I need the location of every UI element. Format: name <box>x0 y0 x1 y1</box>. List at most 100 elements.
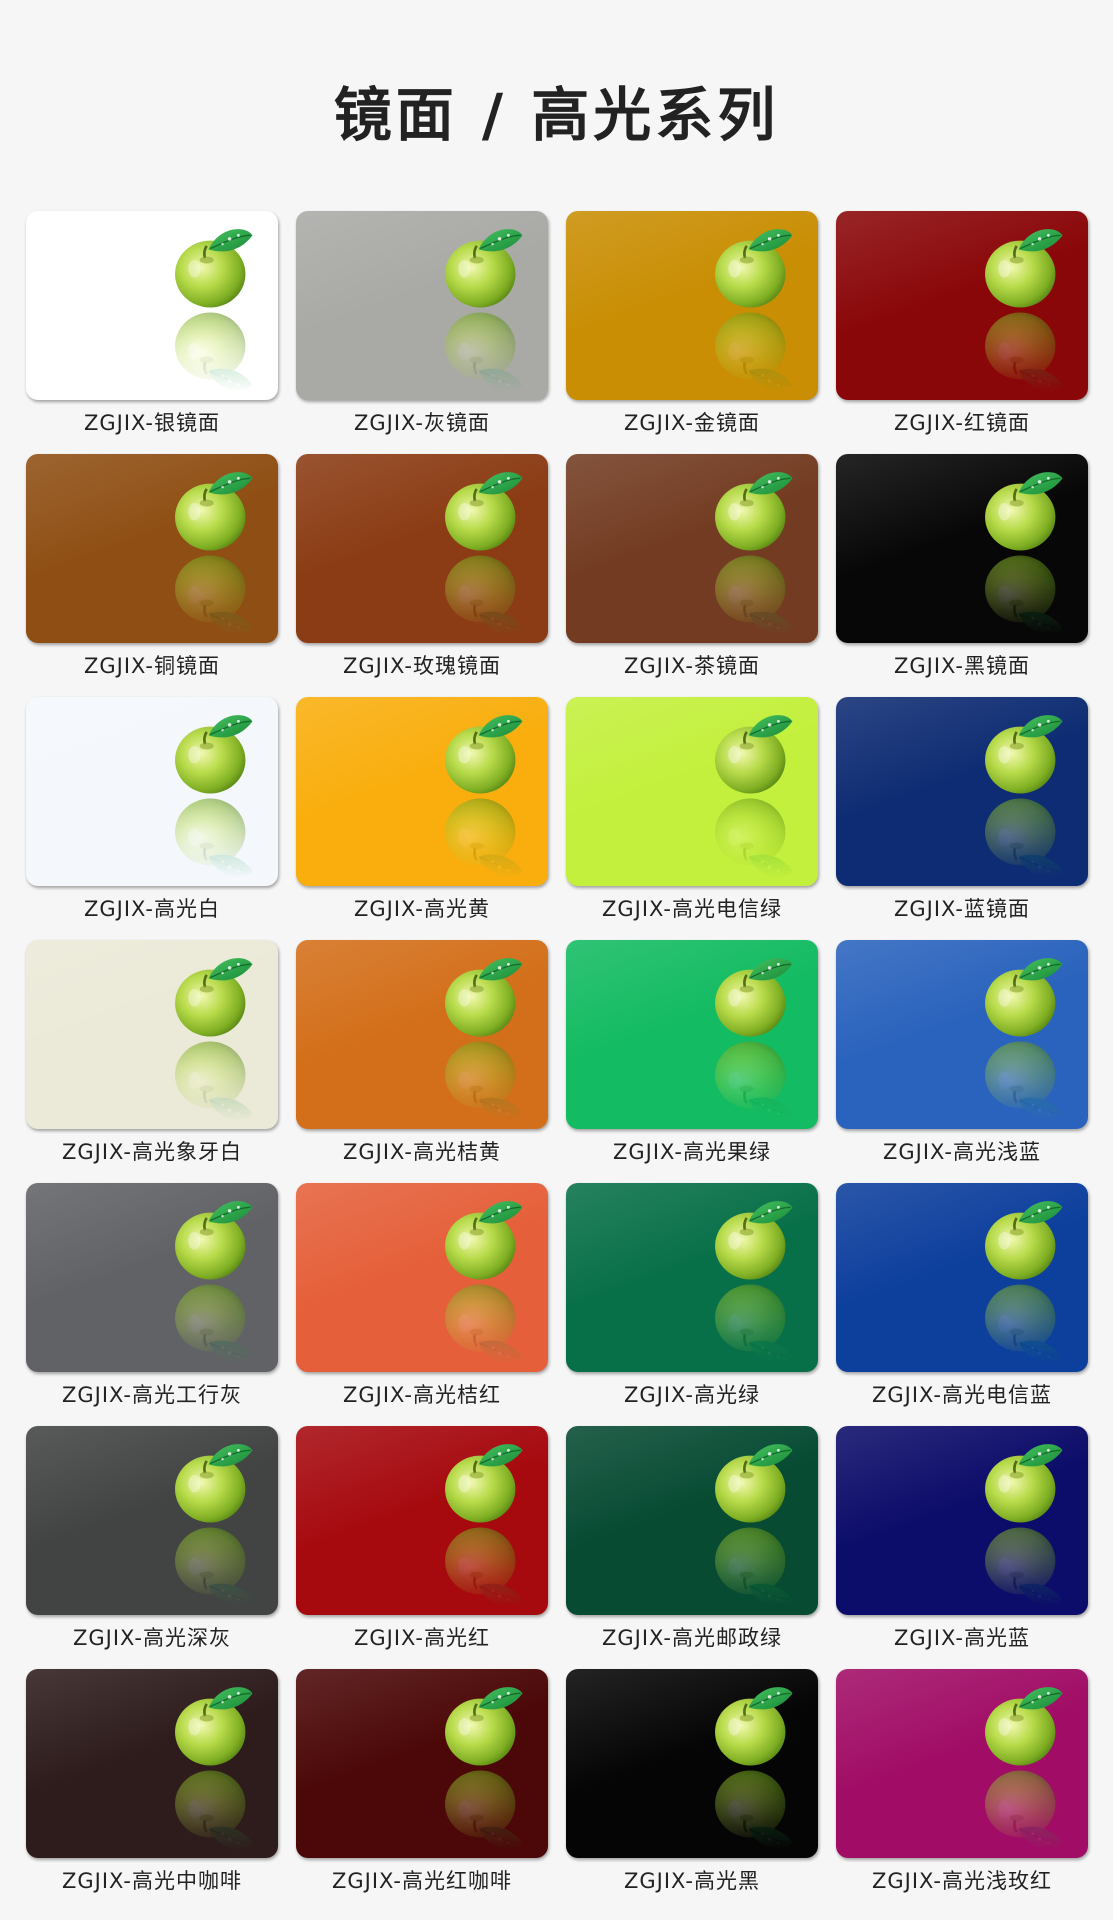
gloss-overlay <box>26 1426 278 1615</box>
swatch-card: ZGJIX-高光蓝 <box>836 1426 1088 1656</box>
swatch-label: ZGJIX-银镜面 <box>84 411 220 435</box>
color-swatch <box>26 211 278 400</box>
color-swatch <box>26 940 278 1129</box>
color-swatch <box>26 454 278 643</box>
swatch-label: ZGJIX-高光黄 <box>354 897 490 921</box>
swatch-card: ZGJIX-蓝镜面 <box>836 697 1088 927</box>
gloss-overlay <box>836 1183 1088 1372</box>
gloss-overlay <box>26 1669 278 1858</box>
gloss-overlay <box>296 1426 548 1615</box>
color-swatch <box>566 1426 818 1615</box>
gloss-overlay <box>26 454 278 643</box>
swatch-card: ZGJIX-灰镜面 <box>296 211 548 441</box>
gloss-overlay <box>296 211 548 400</box>
swatch-card: ZGJIX-高光浅玫红 <box>836 1669 1088 1899</box>
swatch-label: ZGJIX-高光邮政绿 <box>602 1626 782 1650</box>
swatch-card: ZGJIX-高光黑 <box>566 1669 818 1899</box>
swatch-label: ZGJIX-高光白 <box>84 897 220 921</box>
swatch-label: ZGJIX-黑镜面 <box>894 654 1030 678</box>
gloss-overlay <box>296 697 548 886</box>
gloss-overlay <box>296 1183 548 1372</box>
gloss-overlay <box>836 940 1088 1129</box>
gloss-overlay <box>296 940 548 1129</box>
swatch-card: ZGJIX-高光电信蓝 <box>836 1183 1088 1413</box>
page-title: 镜面 / 高光系列 <box>333 81 780 149</box>
gloss-overlay <box>566 697 818 886</box>
gloss-overlay <box>566 1426 818 1615</box>
color-swatch <box>566 1183 818 1372</box>
swatch-card: ZGJIX-高光绿 <box>566 1183 818 1413</box>
swatch-label: ZGJIX-铜镜面 <box>84 654 220 678</box>
swatch-label: ZGJIX-高光蓝 <box>894 1626 1030 1650</box>
swatch-label: ZGJIX-高光深灰 <box>73 1626 231 1650</box>
swatch-card: ZGJIX-高光邮政绿 <box>566 1426 818 1656</box>
swatch-card: ZGJIX-红镜面 <box>836 211 1088 441</box>
swatch-card: ZGJIX-铜镜面 <box>26 454 278 684</box>
swatch-card: ZGJIX-高光深灰 <box>26 1426 278 1656</box>
swatch-card: ZGJIX-高光电信绿 <box>566 697 818 927</box>
color-swatch <box>296 1426 548 1615</box>
color-swatch <box>566 697 818 886</box>
gloss-overlay <box>836 697 1088 886</box>
gloss-overlay <box>566 940 818 1129</box>
color-swatch <box>836 1426 1088 1615</box>
swatch-card: ZGJIX-高光中咖啡 <box>26 1669 278 1899</box>
color-swatch <box>296 211 548 400</box>
swatch-card: ZGJIX-高光象牙白 <box>26 940 278 1170</box>
gloss-overlay <box>566 454 818 643</box>
gloss-overlay <box>836 211 1088 400</box>
swatch-card: ZGJIX-高光白 <box>26 697 278 927</box>
color-swatch <box>836 1183 1088 1372</box>
color-swatch <box>836 1669 1088 1858</box>
color-swatch <box>296 1183 548 1372</box>
color-swatch <box>296 940 548 1129</box>
color-swatch <box>26 1426 278 1615</box>
color-swatch <box>26 1669 278 1858</box>
swatch-label: ZGJIX-玫瑰镜面 <box>343 654 501 678</box>
swatch-label: ZGJIX-高光电信蓝 <box>872 1383 1052 1407</box>
gloss-overlay <box>26 697 278 886</box>
color-swatch <box>836 940 1088 1129</box>
swatch-card: ZGJIX-高光红咖啡 <box>296 1669 548 1899</box>
color-swatch <box>296 1669 548 1858</box>
color-swatch <box>26 697 278 886</box>
gloss-overlay <box>566 211 818 400</box>
gloss-overlay <box>26 1183 278 1372</box>
swatch-label: ZGJIX-高光象牙白 <box>62 1140 242 1164</box>
swatch-card: ZGJIX-茶镜面 <box>566 454 818 684</box>
swatch-card: ZGJIX-高光红 <box>296 1426 548 1656</box>
color-swatch <box>566 454 818 643</box>
swatch-label: ZGJIX-高光中咖啡 <box>62 1869 242 1893</box>
swatch-label: ZGJIX-茶镜面 <box>624 654 760 678</box>
color-swatch <box>566 211 818 400</box>
gloss-overlay <box>296 1669 548 1858</box>
swatch-label: ZGJIX-金镜面 <box>624 411 760 435</box>
color-swatch <box>296 454 548 643</box>
color-swatch <box>296 697 548 886</box>
swatch-card: ZGJIX-高光工行灰 <box>26 1183 278 1413</box>
swatch-label: ZGJIX-高光工行灰 <box>62 1383 242 1407</box>
swatch-label: ZGJIX-高光黑 <box>624 1869 760 1893</box>
swatch-card: ZGJIX-高光浅蓝 <box>836 940 1088 1170</box>
swatch-label: ZGJIX-蓝镜面 <box>894 897 1030 921</box>
color-swatch <box>836 454 1088 643</box>
gloss-overlay <box>836 454 1088 643</box>
swatch-label: ZGJIX-高光浅玫红 <box>872 1869 1052 1893</box>
swatch-card: ZGJIX-高光黄 <box>296 697 548 927</box>
swatch-label: ZGJIX-高光绿 <box>624 1383 760 1407</box>
gloss-overlay <box>296 454 548 643</box>
swatch-label: ZGJIX-高光红 <box>354 1626 490 1650</box>
gloss-overlay <box>836 1426 1088 1615</box>
color-swatch <box>836 211 1088 400</box>
gloss-overlay <box>26 940 278 1129</box>
swatch-label: ZGJIX-高光红咖啡 <box>332 1869 512 1893</box>
swatch-label: ZGJIX-高光浅蓝 <box>883 1140 1041 1164</box>
color-swatch <box>26 1183 278 1372</box>
swatch-card: ZGJIX-银镜面 <box>26 211 278 441</box>
swatch-card: ZGJIX-高光果绿 <box>566 940 818 1170</box>
swatch-card: ZGJIX-高光桔红 <box>296 1183 548 1413</box>
swatch-label: ZGJIX-高光果绿 <box>613 1140 771 1164</box>
color-swatch <box>836 697 1088 886</box>
swatch-label: ZGJIX-高光桔黄 <box>343 1140 501 1164</box>
swatch-card: ZGJIX-玫瑰镜面 <box>296 454 548 684</box>
